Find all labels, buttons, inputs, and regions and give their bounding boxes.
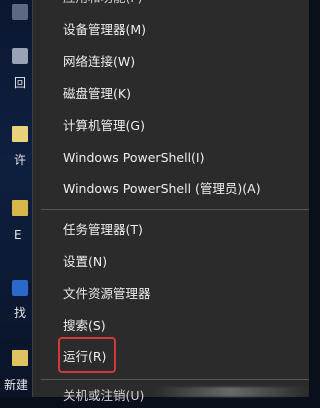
menu-item-apps-and-features[interactable]: 应用和功能(F) <box>63 0 142 10</box>
run-highlight-box <box>58 337 116 373</box>
desktop-label: 新建 <box>4 378 29 392</box>
menu-item-task-manager[interactable]: 任务管理器(T) <box>63 218 143 242</box>
recycle-bin-icon[interactable] <box>12 48 28 64</box>
desktop-label: 找 <box>14 306 27 320</box>
desktop-label: 回 <box>14 76 27 90</box>
menu-separator <box>41 209 309 210</box>
shortcut-icon[interactable] <box>12 280 28 296</box>
menu-item-device-manager[interactable]: 设备管理器(M) <box>63 18 146 42</box>
menu-item-shutdown-signout[interactable]: 关机或注销(U) <box>63 384 144 408</box>
document-icon[interactable] <box>12 126 28 142</box>
menu-item-disk-management[interactable]: 磁盘管理(K) <box>63 82 131 106</box>
folder-icon[interactable] <box>12 350 28 366</box>
desktop-label: E <box>14 228 22 242</box>
winx-context-menu: 应用和功能(F) 设备管理器(M) 网络连接(W) 磁盘管理(K) 计算机管理(… <box>32 0 309 403</box>
menu-item-powershell-admin[interactable]: Windows PowerShell (管理员)(A) <box>63 177 261 201</box>
app-icon[interactable] <box>12 4 28 20</box>
menu-item-powershell[interactable]: Windows PowerShell(I) <box>63 146 205 170</box>
watermark-blur <box>153 387 309 397</box>
menu-item-computer-management[interactable]: 计算机管理(G) <box>63 114 145 138</box>
folder-icon[interactable] <box>12 200 28 216</box>
menu-item-search[interactable]: 搜索(S) <box>63 314 106 338</box>
menu-item-file-explorer[interactable]: 文件资源管理器 <box>63 282 151 306</box>
menu-separator <box>41 379 309 380</box>
menu-item-settings[interactable]: 设置(N) <box>63 250 107 274</box>
menu-item-network-connections[interactable]: 网络连接(W) <box>63 50 135 74</box>
desktop-label: 许 <box>14 153 27 167</box>
